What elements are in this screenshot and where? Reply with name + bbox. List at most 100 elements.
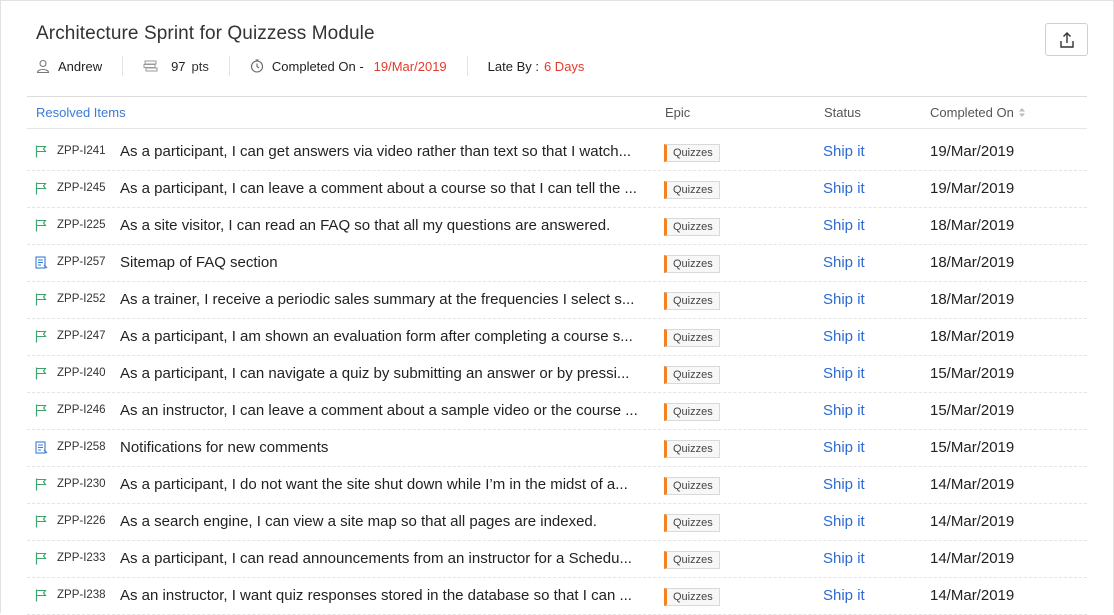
item-id[interactable]: ZPP-I252 — [57, 293, 106, 305]
story-icon — [35, 552, 49, 566]
epic-badge: Quizzes — [664, 588, 720, 606]
item-id[interactable]: ZPP-I226 — [57, 515, 106, 527]
item-id[interactable]: ZPP-I241 — [57, 145, 106, 157]
epic-badge: Quizzes — [664, 551, 720, 569]
epic-badge: Quizzes — [664, 477, 720, 495]
completed-date-cell: 18/Mar/2019 — [930, 291, 1015, 308]
completed-date-cell: 18/Mar/2019 — [930, 328, 1015, 345]
item-summary[interactable]: Notifications for new comments — [120, 439, 650, 456]
divider — [27, 96, 1087, 97]
clock-icon — [250, 59, 264, 73]
completed-date-cell: 15/Mar/2019 — [930, 439, 1015, 456]
story-icon — [35, 145, 49, 159]
item-id[interactable]: ZPP-I230 — [57, 478, 106, 490]
owner-name: Andrew — [58, 58, 103, 74]
table-row[interactable]: ZPP-I230 As a participant, I do not want … — [27, 467, 1087, 504]
completed-label: Completed On - — [271, 58, 364, 74]
item-summary[interactable]: As a participant, I can navigate a quiz … — [120, 365, 650, 382]
status-link[interactable]: Ship it — [823, 365, 865, 382]
item-id[interactable]: ZPP-I247 — [57, 330, 106, 342]
late-value: 6 Days — [543, 58, 585, 74]
completed-date-cell: 14/Mar/2019 — [930, 550, 1015, 567]
epic-badge: Quizzes — [664, 403, 720, 421]
status-link[interactable]: Ship it — [823, 402, 865, 419]
status-link[interactable]: Ship it — [823, 513, 865, 530]
table-row[interactable]: ZPP-I238 As an instructor, I want quiz re… — [27, 578, 1087, 615]
points-unit: pts — [191, 58, 209, 74]
item-id[interactable]: ZPP-I257 — [57, 256, 106, 268]
status-link[interactable]: Ship it — [823, 476, 865, 493]
user-icon — [36, 59, 50, 73]
export-button[interactable] — [1045, 23, 1088, 56]
item-summary[interactable]: As a participant, I do not want the site… — [120, 476, 650, 493]
table-row[interactable]: ZPP-I246 As an instructor, I can leave a … — [27, 393, 1087, 430]
item-summary[interactable]: As a participant, I am shown an evaluati… — [120, 328, 650, 345]
item-summary[interactable]: As a participant, I can read announcemen… — [120, 550, 650, 567]
completed-date-cell: 14/Mar/2019 — [930, 513, 1015, 530]
epic-badge: Quizzes — [664, 181, 720, 199]
item-id[interactable]: ZPP-I246 — [57, 404, 106, 416]
story-icon — [35, 182, 49, 196]
status-link[interactable]: Ship it — [823, 254, 865, 271]
completed-date-cell: 14/Mar/2019 — [930, 476, 1015, 493]
item-summary[interactable]: As an instructor, I can leave a comment … — [120, 402, 650, 419]
item-summary[interactable]: As an instructor, I want quiz responses … — [120, 587, 650, 604]
status-link[interactable]: Ship it — [823, 587, 865, 604]
item-summary[interactable]: As a participant, I can leave a comment … — [120, 180, 650, 197]
completed-on: Completed On - 19/Mar/2019 — [250, 59, 447, 74]
column-header-completed-on-label: Completed On — [930, 105, 1014, 120]
table-row[interactable]: ZPP-I258 Notifications for new comments Qu… — [27, 430, 1087, 467]
status-link[interactable]: Ship it — [823, 328, 865, 345]
table-row[interactable]: ZPP-I233 As a participant, I can read ann… — [27, 541, 1087, 578]
item-summary[interactable]: Sitemap of FAQ section — [120, 254, 650, 271]
item-id[interactable]: ZPP-I245 — [57, 182, 106, 194]
story-icon — [35, 293, 49, 307]
item-id[interactable]: ZPP-I238 — [57, 589, 106, 601]
tab-resolved-items[interactable]: Resolved Items — [36, 105, 126, 120]
late-label: Late By : — [487, 58, 539, 74]
sprint-meta: Andrew 97 pts Completed On - 19/Mar/2019… — [36, 55, 584, 77]
table-row[interactable]: ZPP-I247 As a participant, I am shown an … — [27, 319, 1087, 356]
epic-badge: Quizzes — [664, 255, 720, 273]
item-summary[interactable]: As a participant, I can get answers via … — [120, 143, 650, 160]
late-by: Late By : 6 Days — [488, 59, 585, 74]
story-icon — [35, 219, 49, 233]
table-row[interactable]: ZPP-I240 As a participant, I can navigate… — [27, 356, 1087, 393]
divider — [27, 128, 1087, 129]
divider — [228, 56, 230, 76]
completed-date-cell: 18/Mar/2019 — [930, 254, 1015, 271]
table-row[interactable]: ZPP-I257 Sitemap of FAQ section Quizzes Shi… — [27, 245, 1087, 282]
status-link[interactable]: Ship it — [823, 180, 865, 197]
table-row[interactable]: ZPP-I226 As a search engine, I can view a… — [27, 504, 1087, 541]
divider — [122, 56, 124, 76]
column-header-epic: Epic — [665, 105, 691, 120]
column-header-completed-on[interactable]: Completed On — [930, 105, 1026, 120]
status-link[interactable]: Ship it — [823, 217, 865, 234]
completed-date: 19/Mar/2019 — [373, 58, 447, 74]
task-icon — [35, 441, 49, 455]
epic-badge: Quizzes — [664, 440, 720, 458]
sort-icon[interactable] — [1018, 107, 1026, 118]
table-row[interactable]: ZPP-I241 As a participant, I can get answ… — [27, 134, 1087, 171]
table-row[interactable]: ZPP-I252 As a trainer, I receive a period… — [27, 282, 1087, 319]
epic-badge: Quizzes — [664, 329, 720, 347]
resolved-items-list: ZPP-I241 As a participant, I can get answ… — [27, 134, 1087, 615]
story-icon — [35, 589, 49, 603]
item-summary[interactable]: As a trainer, I receive a periodic sales… — [120, 291, 650, 308]
item-id[interactable]: ZPP-I240 — [57, 367, 106, 379]
table-row[interactable]: ZPP-I225 As a site visitor, I can read an… — [27, 208, 1087, 245]
item-id[interactable]: ZPP-I225 — [57, 219, 106, 231]
status-link[interactable]: Ship it — [823, 291, 865, 308]
status-link[interactable]: Ship it — [823, 439, 865, 456]
status-link[interactable]: Ship it — [823, 550, 865, 567]
table-row[interactable]: ZPP-I245 As a participant, I can leave a … — [27, 171, 1087, 208]
epic-badge: Quizzes — [664, 292, 720, 310]
status-link[interactable]: Ship it — [823, 143, 865, 160]
completed-date-cell: 15/Mar/2019 — [930, 365, 1015, 382]
item-id[interactable]: ZPP-I233 — [57, 552, 106, 564]
owner: Andrew — [36, 59, 102, 74]
item-summary[interactable]: As a site visitor, I can read an FAQ so … — [120, 217, 650, 234]
item-summary[interactable]: As a search engine, I can view a site ma… — [120, 513, 650, 530]
completed-date-cell: 18/Mar/2019 — [930, 217, 1015, 234]
item-id[interactable]: ZPP-I258 — [57, 441, 106, 453]
